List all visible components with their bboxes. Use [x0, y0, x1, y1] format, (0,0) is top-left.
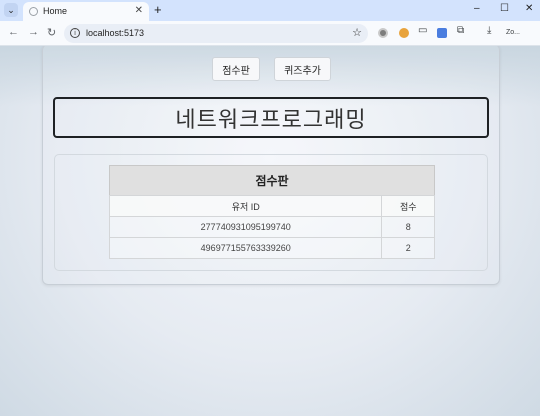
maximize-button[interactable]: ☐ [500, 3, 509, 14]
score-cell: 2 [381, 237, 435, 259]
scoreboard-button[interactable]: 점수판 [212, 57, 260, 81]
translate-extension-icon[interactable] [437, 28, 447, 38]
new-tab-button[interactable]: + [154, 2, 162, 17]
chevron-down-icon: ⌄ [7, 5, 15, 15]
app-container: 점수판 퀴즈추가 네트워크프로그래밍 점수판 유저 ID 점수 27774093… [42, 46, 500, 285]
table-row: 277740931095199740 8 [108, 216, 435, 238]
page-viewport: 점수판 퀴즈추가 네트워크프로그래밍 점수판 유저 ID 점수 27774093… [0, 46, 540, 416]
close-tab-icon[interactable]: ✕ [135, 5, 143, 16]
column-header-score: 점수 [381, 195, 435, 217]
star-icon[interactable]: ☆ [352, 26, 362, 39]
puzzle-icon[interactable]: ⧉ [457, 25, 464, 36]
arrow-left-icon[interactable]: ← [8, 26, 19, 38]
score-cell: 8 [381, 216, 435, 238]
add-quiz-button[interactable]: 퀴즈추가 [274, 57, 331, 81]
page-title-box: 네트워크프로그래밍 [53, 97, 489, 138]
globe-icon [29, 7, 38, 16]
tab-home[interactable]: Home ✕ [23, 2, 149, 21]
minimize-button[interactable]: – [474, 3, 480, 14]
address-bar[interactable]: i localhost:5173 ☆ [64, 24, 368, 43]
scoreboard-caption: 점수판 [109, 165, 435, 195]
table-row: 496977155763339260 2 [108, 237, 435, 259]
extension-icon-3[interactable]: ▭ [418, 25, 427, 36]
scoreboard-panel: 점수판 유저 ID 점수 277740931095199740 8 496977… [54, 154, 488, 271]
tab-strip: ⌄ Home ✕ + – ☐ ✕ [0, 0, 540, 21]
tab-title: Home [43, 6, 68, 16]
page-title: 네트워크프로그래밍 [175, 107, 367, 133]
download-icon[interactable]: ⤓ [487, 25, 491, 36]
reload-icon[interactable]: ↻ [47, 26, 56, 39]
user-id-cell: 496977155763339260 [108, 237, 383, 259]
user-id-cell: 277740931095199740 [108, 216, 383, 238]
extension-icon-2[interactable] [399, 28, 409, 38]
url-text[interactable]: localhost:5173 [86, 28, 144, 38]
browser-toolbar: ← → ↻ i localhost:5173 ☆ ▭ ⧉ ⤓ Zo... [0, 21, 540, 46]
extension-label[interactable]: Zo... [506, 29, 520, 36]
arrow-right-icon[interactable]: → [28, 26, 39, 38]
scoreboard-table: 점수판 유저 ID 점수 277740931095199740 8 496977… [108, 165, 435, 259]
info-icon[interactable]: i [70, 28, 80, 38]
extension-icon-1[interactable] [378, 28, 388, 38]
tab-search-button[interactable]: ⌄ [4, 3, 18, 17]
column-header-user-id: 유저 ID [108, 195, 383, 217]
close-window-button[interactable]: ✕ [525, 3, 533, 14]
